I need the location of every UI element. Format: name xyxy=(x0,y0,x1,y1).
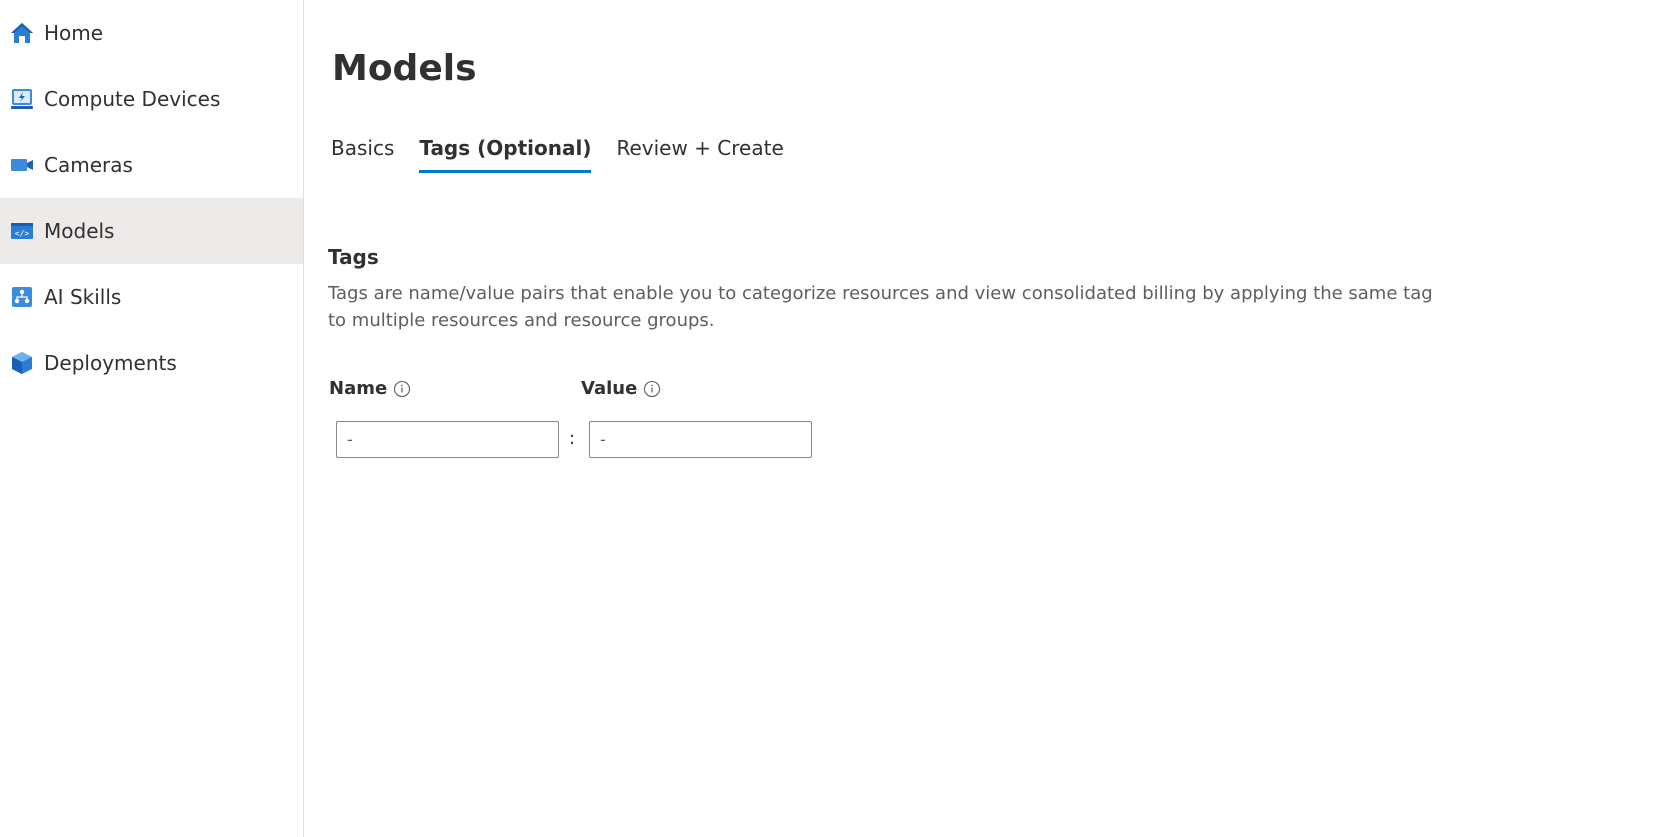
info-icon[interactable] xyxy=(643,380,661,398)
camera-icon xyxy=(9,152,35,178)
tag-name-input[interactable] xyxy=(336,421,559,458)
section-description: Tags are name/value pairs that enable yo… xyxy=(328,283,1433,331)
sidebar-item-deployments[interactable]: Deployments xyxy=(0,330,303,396)
app-shell: Home Compute Devices Cameras </> Models … xyxy=(0,0,1653,837)
sidebar-item-label: AI Skills xyxy=(44,285,122,309)
tab-basics[interactable]: Basics xyxy=(331,136,394,170)
sidebar-item-label: Compute Devices xyxy=(44,87,221,111)
sidebar-item-label: Models xyxy=(44,219,115,243)
sidebar: Home Compute Devices Cameras </> Models … xyxy=(0,0,304,837)
sidebar-item-label: Deployments xyxy=(44,351,177,375)
name-field-label: Name xyxy=(329,378,411,399)
name-value-separator: : xyxy=(569,428,576,449)
deployment-icon xyxy=(9,350,35,376)
section-title: Tags xyxy=(328,245,379,269)
sidebar-item-label: Cameras xyxy=(44,153,133,177)
home-icon xyxy=(9,20,35,46)
tab-bar: Basics Tags (Optional) Review + Create xyxy=(331,136,809,173)
page-title: Models xyxy=(332,48,477,89)
name-label-text: Name xyxy=(329,378,388,399)
tab-tags-optional[interactable]: Tags (Optional) xyxy=(419,136,592,173)
sidebar-item-ai-skills[interactable]: AI Skills xyxy=(0,264,303,330)
sidebar-item-models[interactable]: </> Models xyxy=(0,198,303,264)
tag-value-input[interactable] xyxy=(589,421,812,458)
sidebar-item-home[interactable]: Home xyxy=(0,0,303,66)
sidebar-item-label: Home xyxy=(44,21,104,45)
info-icon[interactable] xyxy=(393,380,411,398)
model-icon: </> xyxy=(9,218,35,244)
compute-device-icon xyxy=(9,86,35,112)
sidebar-item-cameras[interactable]: Cameras xyxy=(0,132,303,198)
ai-skills-icon xyxy=(9,284,35,310)
sidebar-item-compute-devices[interactable]: Compute Devices xyxy=(0,66,303,132)
tab-review-create[interactable]: Review + Create xyxy=(616,136,783,170)
main-content: Models Basics Tags (Optional) Review + C… xyxy=(304,0,1653,837)
value-field-label: Value xyxy=(581,378,661,399)
value-label-text: Value xyxy=(581,378,638,399)
svg-text:</>: </> xyxy=(15,229,30,238)
